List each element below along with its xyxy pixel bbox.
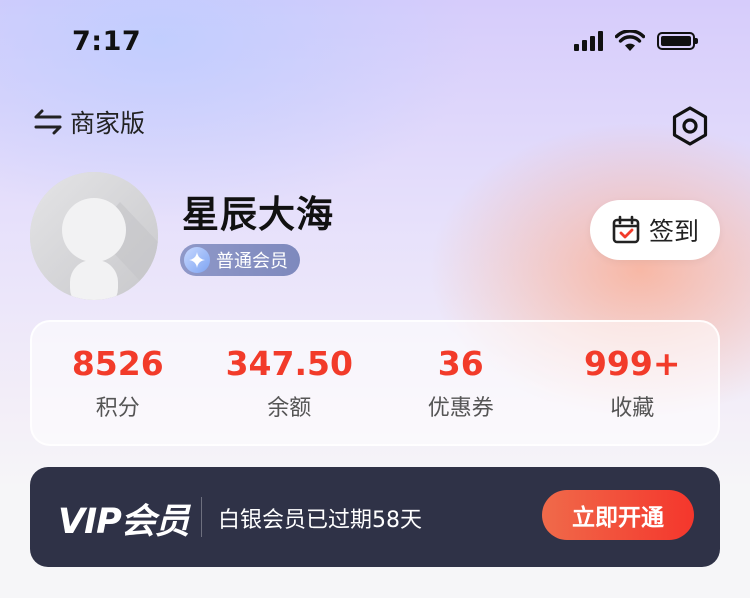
vip-divider	[201, 497, 202, 537]
member-level-badge[interactable]: 普通会员	[180, 244, 300, 276]
username: 星辰大海	[182, 193, 334, 236]
wifi-icon	[615, 30, 645, 51]
stat-coupons[interactable]: 36 优惠券	[375, 322, 547, 444]
switch-merchant-button[interactable]: 商家版	[32, 104, 145, 140]
hexagon-settings-icon	[672, 106, 708, 146]
stat-label: 积分	[95, 396, 140, 421]
checkin-button[interactable]: 签到	[590, 200, 720, 260]
stat-value: 999+	[583, 344, 681, 383]
vip-status-text: 白银会员已过期58天	[218, 508, 422, 533]
battery-icon	[657, 32, 698, 50]
default-avatar-icon	[30, 172, 158, 300]
signal-icon	[574, 31, 603, 51]
stat-value: 36	[437, 344, 484, 383]
stats-panel: 8526 积分 347.50 余额 36 优惠券 999+ 收藏	[30, 320, 720, 446]
avatar[interactable]	[30, 172, 158, 300]
calendar-check-icon	[612, 215, 640, 244]
status-icons	[574, 30, 698, 52]
stat-value: 347.50	[225, 344, 353, 383]
stat-points[interactable]: 8526 积分	[32, 322, 204, 444]
vip-banner[interactable]: VIP会员 白银会员已过期58天 立即开通	[30, 467, 720, 567]
stat-balance[interactable]: 347.50 余额	[204, 322, 376, 444]
member-level-label: 普通会员	[216, 251, 288, 272]
switch-merchant-label: 商家版	[70, 109, 146, 138]
stat-label: 优惠券	[427, 396, 494, 421]
stat-label: 收藏	[610, 396, 655, 421]
vip-title: VIP会员	[58, 502, 190, 542]
stat-label: 余额	[267, 396, 312, 421]
stat-favorites[interactable]: 999+ 收藏	[547, 322, 719, 444]
settings-button[interactable]	[668, 104, 712, 148]
checkin-label: 签到	[648, 217, 699, 246]
vip-activate-button[interactable]: 立即开通	[542, 490, 694, 540]
swap-arrows-icon	[34, 109, 62, 135]
stat-value: 8526	[71, 344, 164, 383]
sparkle-icon	[184, 247, 210, 273]
status-time: 7:17	[72, 26, 142, 57]
status-bar: 7:17	[0, 0, 750, 88]
